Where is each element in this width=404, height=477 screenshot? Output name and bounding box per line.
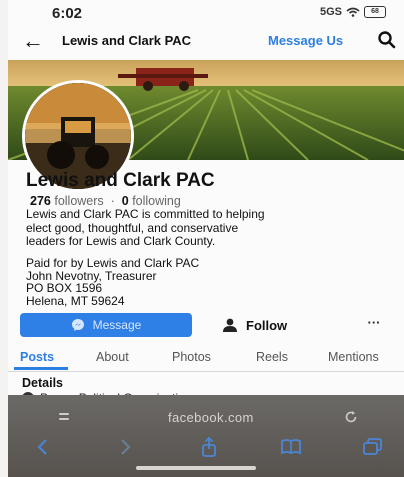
following-count: 0 xyxy=(121,194,129,208)
status-indicators: 5GS 68 xyxy=(320,6,386,18)
status-time: 6:02 xyxy=(52,5,83,22)
browser-back-icon[interactable] xyxy=(32,437,54,457)
message-button[interactable]: Message xyxy=(20,313,192,337)
battery-icon: 68 xyxy=(364,6,386,18)
disclaimer-line: Helena, MT 59624 xyxy=(26,293,125,308)
status-bar: 6:02 5GS 68 xyxy=(8,0,404,26)
disclaimer-line: Paid for by Lewis and Clark PAC xyxy=(26,256,200,270)
message-button-label: Message xyxy=(92,318,142,332)
tabs-icon[interactable] xyxy=(362,437,384,457)
signal-label: 5GS xyxy=(319,6,342,18)
follow-button[interactable]: Follow xyxy=(222,313,332,337)
browser-bar: facebook.com xyxy=(8,395,404,477)
top-nav: ← Lewis and Clark PAC Message Us xyxy=(8,28,404,58)
details-heading: Details xyxy=(22,376,63,390)
bio-line: elect good, thoughtful, and conservative xyxy=(26,220,239,235)
followers-label: followers xyxy=(54,194,104,208)
page-settings-icon[interactable] xyxy=(58,411,70,423)
nav-title: Lewis and Clark PAC xyxy=(62,33,192,48)
following-label: following xyxy=(132,194,181,208)
more-options-button[interactable]: ··· xyxy=(360,313,388,337)
home-indicator xyxy=(136,466,256,470)
follow-button-label: Follow xyxy=(246,317,288,333)
tab-reels[interactable]: Reels xyxy=(256,350,288,364)
back-arrow-icon[interactable]: ← xyxy=(22,28,44,54)
address-bar[interactable]: facebook.com xyxy=(28,407,384,429)
tab-photos[interactable]: Photos xyxy=(172,350,211,364)
bio-line: Lewis and Clark PAC is committed to help… xyxy=(26,207,265,221)
count-separator: · xyxy=(110,194,115,208)
follow-counts[interactable]: 276 followers · 0 following xyxy=(30,194,181,208)
messenger-icon xyxy=(71,319,84,331)
wifi-icon xyxy=(346,7,360,17)
bio-line: leaders for Lewis and Clark County. xyxy=(26,234,216,248)
tab-posts[interactable]: Posts xyxy=(20,350,54,364)
share-icon[interactable] xyxy=(198,437,220,457)
page-bio: Lewis and Clark PAC is committed to help… xyxy=(26,207,396,249)
forward-icon[interactable] xyxy=(114,437,136,457)
bookmarks-icon[interactable] xyxy=(280,437,302,457)
active-tab-indicator xyxy=(14,367,68,370)
followers-count: 276 xyxy=(30,194,51,208)
browser-toolbar xyxy=(8,437,404,461)
search-icon[interactable] xyxy=(377,30,397,50)
disclaimer-line: PO BOX 1596 xyxy=(26,281,103,295)
tab-about[interactable]: About xyxy=(96,350,129,364)
message-us-link[interactable]: Message Us xyxy=(268,33,343,48)
profile-tabs: Posts About Photos Reels Mentions xyxy=(8,345,404,372)
tab-mentions[interactable]: Mentions xyxy=(328,350,379,364)
paid-for-disclaimer: Paid for by Lewis and Clark PAC John Nev… xyxy=(26,257,396,307)
url-text: facebook.com xyxy=(168,410,254,425)
follow-person-icon xyxy=(223,318,237,332)
phone-screen: 6:02 5GS 68 ← Lewis and Clark PAC Messag… xyxy=(8,0,404,477)
reload-icon[interactable] xyxy=(344,410,358,424)
page-name: Lewis and Clark PAC xyxy=(26,170,215,191)
